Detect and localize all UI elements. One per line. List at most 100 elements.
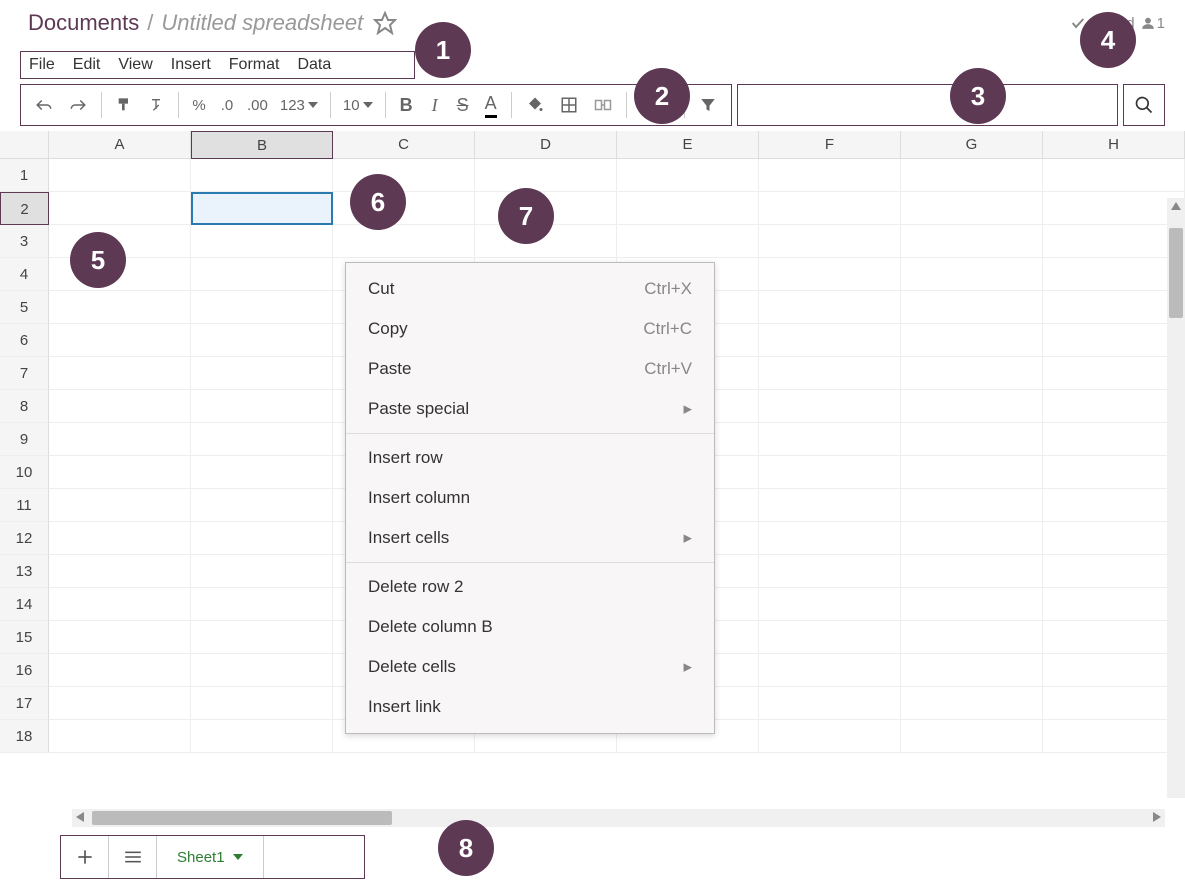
cell[interactable]	[49, 654, 191, 687]
merge-cells-icon[interactable]	[588, 92, 618, 118]
column-header-g[interactable]: G	[901, 131, 1043, 159]
cell[interactable]	[759, 621, 901, 654]
cell[interactable]	[191, 588, 333, 621]
number-format-button[interactable]: 123	[276, 97, 322, 114]
cell[interactable]	[49, 720, 191, 753]
cell[interactable]	[759, 192, 901, 225]
cell[interactable]	[49, 357, 191, 390]
cell[interactable]	[617, 192, 759, 225]
all-sheets-button[interactable]	[109, 836, 157, 878]
cell[interactable]	[759, 258, 901, 291]
cell[interactable]	[49, 621, 191, 654]
context-paste[interactable]: PasteCtrl+V	[346, 349, 714, 389]
cell[interactable]	[901, 258, 1043, 291]
row-header-1[interactable]: 1	[0, 159, 49, 192]
scroll-right-icon[interactable]	[1153, 812, 1161, 822]
context-insert-column[interactable]: Insert column	[346, 478, 714, 518]
vertical-scroll-thumb[interactable]	[1169, 228, 1183, 318]
undo-icon[interactable]	[29, 94, 59, 116]
cell[interactable]	[1043, 621, 1185, 654]
row-header-5[interactable]: 5	[0, 291, 49, 324]
cell[interactable]	[901, 357, 1043, 390]
column-header-a[interactable]: A	[49, 131, 191, 159]
row-header-18[interactable]: 18	[0, 720, 49, 753]
cell[interactable]	[901, 324, 1043, 357]
row-header-13[interactable]: 13	[0, 555, 49, 588]
row-header-16[interactable]: 16	[0, 654, 49, 687]
cell[interactable]	[49, 291, 191, 324]
cell[interactable]	[901, 489, 1043, 522]
cell[interactable]	[759, 555, 901, 588]
row-header-8[interactable]: 8	[0, 390, 49, 423]
cell[interactable]	[1043, 720, 1185, 753]
cell[interactable]	[901, 390, 1043, 423]
cell[interactable]	[1043, 225, 1185, 258]
context-delete-column[interactable]: Delete column B	[346, 607, 714, 647]
strikethrough-icon[interactable]: S	[451, 91, 475, 120]
users-indicator[interactable]: 1	[1141, 15, 1165, 32]
row-header-2[interactable]: 2	[0, 192, 49, 225]
menu-edit[interactable]: Edit	[73, 56, 101, 74]
cell[interactable]	[901, 192, 1043, 225]
cell[interactable]	[1043, 489, 1185, 522]
cell[interactable]	[49, 423, 191, 456]
cell[interactable]	[49, 687, 191, 720]
cell[interactable]	[191, 390, 333, 423]
cell[interactable]	[901, 456, 1043, 489]
row-header-9[interactable]: 9	[0, 423, 49, 456]
clear-format-icon[interactable]	[142, 93, 170, 117]
cell[interactable]	[1043, 654, 1185, 687]
cell[interactable]	[759, 456, 901, 489]
cell[interactable]	[901, 423, 1043, 456]
cell[interactable]	[901, 588, 1043, 621]
italic-icon[interactable]: I	[423, 91, 447, 120]
column-header-b[interactable]: B	[191, 131, 333, 159]
cell[interactable]	[1043, 192, 1185, 225]
cell[interactable]	[49, 489, 191, 522]
cell[interactable]	[49, 324, 191, 357]
cell[interactable]	[191, 522, 333, 555]
cell[interactable]	[191, 555, 333, 588]
cell[interactable]	[617, 225, 759, 258]
cell[interactable]	[759, 291, 901, 324]
cell[interactable]	[1043, 390, 1185, 423]
cell[interactable]	[1043, 159, 1185, 192]
cell[interactable]	[1043, 555, 1185, 588]
font-size-selector[interactable]: 10	[339, 97, 377, 114]
cell[interactable]	[1043, 258, 1185, 291]
cell[interactable]	[759, 522, 901, 555]
cell[interactable]	[1043, 357, 1185, 390]
cell[interactable]	[191, 456, 333, 489]
row-header-4[interactable]: 4	[0, 258, 49, 291]
cell[interactable]	[475, 159, 617, 192]
cell[interactable]	[191, 159, 333, 192]
cell[interactable]	[1043, 456, 1185, 489]
row-header-12[interactable]: 12	[0, 522, 49, 555]
cell[interactable]	[901, 687, 1043, 720]
add-sheet-button[interactable]	[61, 836, 109, 878]
cell[interactable]	[901, 555, 1043, 588]
bold-icon[interactable]: B	[394, 91, 419, 120]
cell[interactable]	[901, 720, 1043, 753]
menu-file[interactable]: File	[29, 56, 55, 74]
cell[interactable]	[901, 225, 1043, 258]
column-header-d[interactable]: D	[475, 131, 617, 159]
cell[interactable]	[1043, 687, 1185, 720]
cell[interactable]	[49, 456, 191, 489]
fill-color-icon[interactable]	[520, 92, 550, 118]
breadcrumb-documents[interactable]: Documents	[28, 10, 139, 36]
cell[interactable]	[759, 357, 901, 390]
cell[interactable]	[759, 654, 901, 687]
cell[interactable]	[901, 291, 1043, 324]
select-all-corner[interactable]	[0, 131, 49, 159]
filter-icon[interactable]	[693, 92, 723, 118]
context-delete-row[interactable]: Delete row 2	[346, 567, 714, 607]
cell[interactable]	[49, 555, 191, 588]
column-header-h[interactable]: H	[1043, 131, 1185, 159]
document-title[interactable]: Untitled spreadsheet	[161, 10, 363, 36]
cell[interactable]	[191, 423, 333, 456]
cell[interactable]	[191, 489, 333, 522]
horizontal-scrollbar[interactable]	[72, 809, 1165, 827]
cell[interactable]	[191, 225, 333, 258]
cell[interactable]	[1043, 291, 1185, 324]
